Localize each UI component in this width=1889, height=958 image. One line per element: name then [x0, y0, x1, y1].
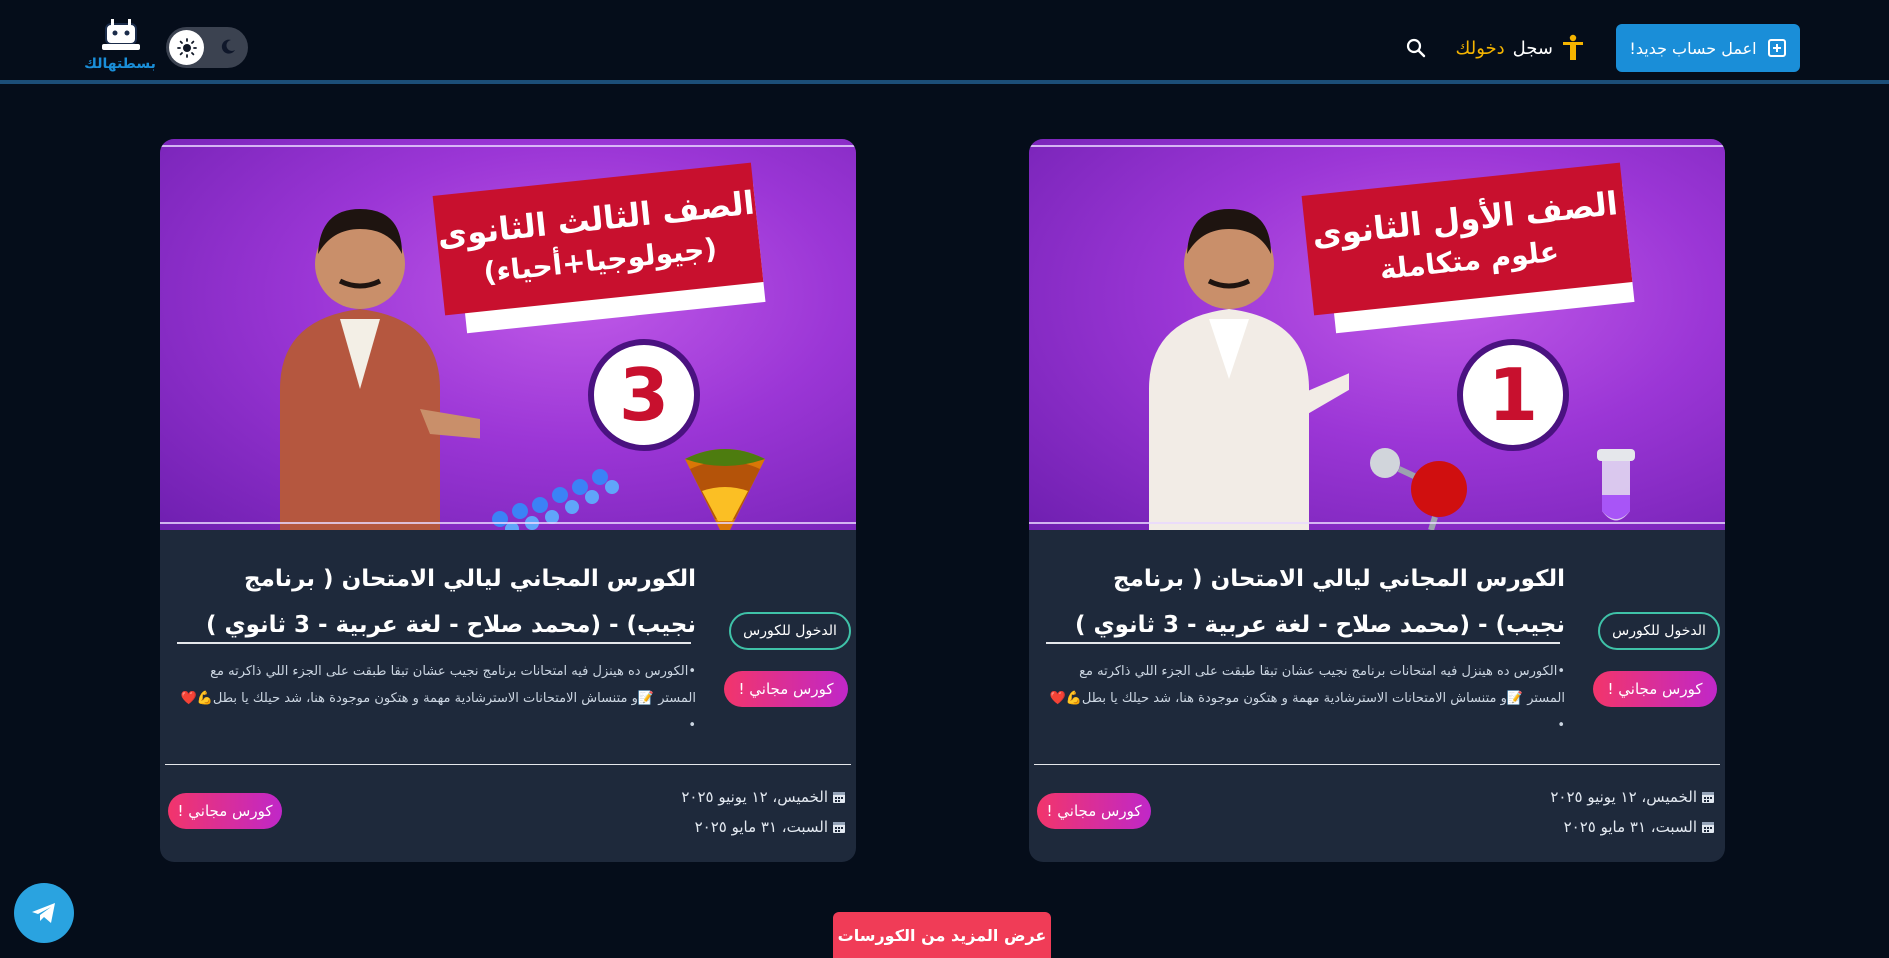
logo-text: بسطتهالك: [84, 56, 156, 72]
course-banner[interactable]: الصف الأول الثانوى علوم متكاملة 1: [1029, 139, 1725, 530]
login-label-accent[interactable]: دخولك: [1456, 38, 1505, 59]
free-course-badge[interactable]: كورس مجاني !: [168, 793, 282, 829]
title-underline: [177, 642, 691, 644]
molecule-icon: [1370, 448, 1467, 530]
calendar-icon: [1702, 792, 1714, 803]
course-date: السبت، ٣١ مايو ٢٠٢٥: [1563, 818, 1697, 836]
free-course-badge[interactable]: كورس مجاني !: [724, 671, 848, 707]
calendar-icon: [833, 792, 845, 803]
search-icon: [1406, 38, 1426, 58]
grade-number-badge: 1: [1457, 339, 1569, 451]
signup-button[interactable]: اعمل حساب جديد!: [1616, 24, 1800, 72]
theme-toggle-knob[interactable]: [169, 30, 204, 65]
add-user-icon: [1767, 39, 1786, 57]
earth-layers-icon: [685, 449, 765, 530]
site-logo[interactable]: بسطتهالك: [84, 18, 156, 74]
moon-icon: [221, 39, 235, 54]
login-link[interactable]: سجل دخولك: [1455, 32, 1585, 64]
course-date-row: السبت، ٣١ مايو ٢٠٢٥: [646, 816, 846, 838]
course-card-body: الكورس المجاني ليالي الامتحان ( برنامج ن…: [160, 530, 856, 862]
person-icon: [1563, 34, 1583, 60]
banner-line: [160, 522, 856, 524]
enter-course-button[interactable]: الدخول للكورس: [1598, 612, 1720, 650]
banner-line: [1029, 522, 1725, 524]
theme-toggle[interactable]: [166, 27, 248, 68]
course-card[interactable]: الصف الثالث الثانوى (جيولوجيا+أحياء) 3 ا…: [160, 139, 856, 862]
sun-icon: [176, 37, 197, 58]
course-date: السبت، ٣١ مايو ٢٠٢٥: [694, 818, 828, 836]
course-description: •الكورس ده هينزل فيه امتحانات برنامج نجي…: [180, 664, 696, 733]
title-underline: [1046, 642, 1560, 644]
calendar-icon: [833, 822, 845, 833]
card-divider: [165, 764, 851, 765]
grade-number-badge: 3: [588, 339, 700, 451]
course-description: •الكورس ده هينزل فيه امتحانات برنامج نجي…: [1049, 664, 1565, 733]
banner-title: الصف الثالث الثانوى (جيولوجيا+أحياء): [432, 162, 766, 334]
site-header: بسطتهالك سجل دخولك اعمل حساب جديد!: [0, 0, 1889, 84]
course-title[interactable]: الكورس المجاني ليالي الامتحان ( برنامج ن…: [1045, 556, 1565, 648]
card-divider: [1034, 764, 1720, 765]
dna-icon: [492, 469, 619, 530]
login-label[interactable]: سجل: [1513, 38, 1553, 59]
banner-line: [1029, 145, 1725, 147]
signup-label: اعمل حساب جديد!: [1629, 38, 1757, 58]
course-date-row: الخميس، ١٢ يونيو ٢٠٢٥: [1515, 786, 1715, 808]
show-more-courses-button[interactable]: عرض المزيد من الكورسات: [833, 912, 1051, 958]
free-course-badge[interactable]: كورس مجاني !: [1037, 793, 1151, 829]
course-date: الخميس، ١٢ يونيو ٢٠٢٥: [1550, 788, 1697, 806]
free-course-badge[interactable]: كورس مجاني !: [1593, 671, 1717, 707]
course-date: الخميس، ١٢ يونيو ٢٠٢٥: [681, 788, 828, 806]
telegram-icon: [32, 903, 55, 923]
enter-course-button[interactable]: الدخول للكورس: [729, 612, 851, 650]
course-title[interactable]: الكورس المجاني ليالي الامتحان ( برنامج ن…: [176, 556, 696, 648]
banner-title: الصف الأول الثانوى علوم متكاملة: [1301, 162, 1635, 334]
course-banner[interactable]: الصف الثالث الثانوى (جيولوجيا+أحياء) 3: [160, 139, 856, 530]
course-card[interactable]: الصف الأول الثانوى علوم متكاملة 1 الكورس…: [1029, 139, 1725, 862]
course-date-row: الخميس، ١٢ يونيو ٢٠٢٥: [646, 786, 846, 808]
banner-line: [160, 145, 856, 147]
calendar-icon: [1702, 822, 1714, 833]
logo-icon: بسطتهالك: [84, 19, 156, 72]
test-tube-icon: [1597, 449, 1635, 521]
search-button[interactable]: [1404, 36, 1428, 60]
course-card-body: الكورس المجاني ليالي الامتحان ( برنامج ن…: [1029, 530, 1725, 862]
course-date-row: السبت، ٣١ مايو ٢٠٢٥: [1515, 816, 1715, 838]
telegram-button[interactable]: [14, 883, 74, 943]
